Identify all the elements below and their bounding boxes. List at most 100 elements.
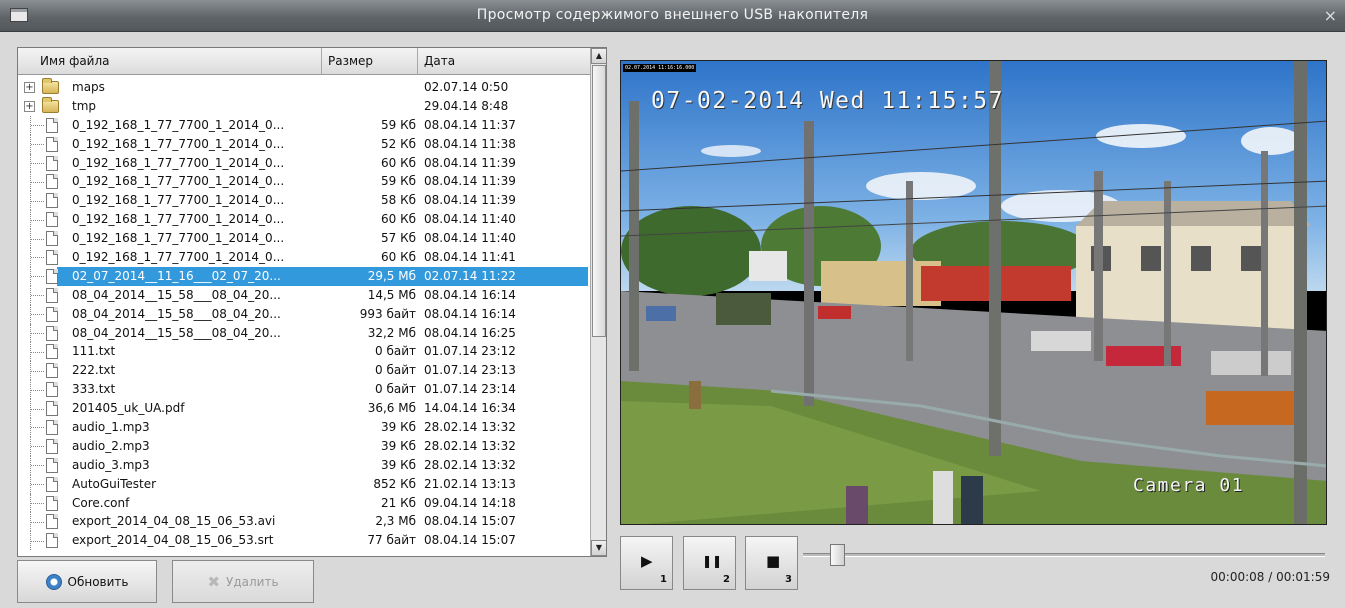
file-icon xyxy=(46,174,58,190)
expand-icon[interactable]: + xyxy=(24,100,35,112)
stop-button[interactable]: ■ 3 xyxy=(745,536,798,590)
file-list-panel: Имя файла Размер Дата + maps 02.07.14 0:50… xyxy=(17,47,607,557)
file-size: 32,2 Мб xyxy=(367,325,416,340)
stop-icon: ■ xyxy=(766,552,781,570)
file-size: 52 Кб xyxy=(380,136,416,151)
play-button[interactable]: ▶ 1 xyxy=(620,536,673,590)
file-date: 28.02.14 13:32 xyxy=(424,420,516,435)
file-date: 28.02.14 13:32 xyxy=(424,457,516,472)
file-icon xyxy=(46,155,58,171)
tree-connector xyxy=(30,531,44,551)
file-row[interactable]: 201405_uk_UA.pdf 36,6 Мб 14.04.14 16:34 xyxy=(18,399,590,419)
file-name: export_2014_04_08_15_06_53.avi xyxy=(72,514,276,529)
pause-icon: ❚❚ xyxy=(702,554,723,568)
column-header-size[interactable]: Размер xyxy=(322,48,418,75)
file-date: 08.04.14 16:14 xyxy=(424,287,516,302)
video-frame[interactable]: 02.07.2014 11:16:16.000 07-02-2014 Wed 1… xyxy=(620,60,1327,525)
file-name: Core.conf xyxy=(72,495,130,510)
folder-row[interactable]: + tmp 29.04.14 8:48 xyxy=(18,96,590,116)
file-size: 58 Кб xyxy=(380,193,416,208)
file-row[interactable]: 02_07_2014__11_16___02_07_20... 29,5 Мб 02… xyxy=(18,266,590,286)
file-icon xyxy=(46,117,58,133)
file-row[interactable]: 08_04_2014__15_58___08_04_20... 32,2 Мб 08… xyxy=(18,323,590,343)
file-name: 0_192_168_1_77_7700_1_2014_0... xyxy=(72,174,285,189)
file-row[interactable]: 0_192_168_1_77_7700_1_2014_0... 52 Кб 08.0… xyxy=(18,134,590,154)
file-size: 60 Кб xyxy=(380,155,416,170)
refresh-button-label: Обновить xyxy=(67,574,129,589)
file-row[interactable]: 0_192_168_1_77_7700_1_2014_0... 59 Кб 08.0… xyxy=(18,172,590,192)
refresh-button[interactable]: Обновить xyxy=(17,560,157,603)
file-name: 0_192_168_1_77_7700_1_2014_0... xyxy=(72,231,285,246)
traffic-camera-scene xyxy=(621,61,1326,524)
file-row[interactable]: 0_192_168_1_77_7700_1_2014_0... 58 Кб 08.0… xyxy=(18,191,590,211)
video-timestamp: 02.07.2014 11:16:16.000 xyxy=(623,64,697,72)
file-row[interactable]: 222.txt 0 байт 01.07.14 23:13 xyxy=(18,361,590,381)
file-icon xyxy=(46,457,58,473)
file-icon xyxy=(46,268,58,284)
file-name: export_2014_04_08_15_06_53.srt xyxy=(72,533,274,548)
file-icon xyxy=(46,420,58,436)
vertical-scrollbar[interactable]: ▲ ▼ xyxy=(590,48,606,556)
file-row[interactable]: export_2014_04_08_15_06_53.avi 2,3 Мб 08.0… xyxy=(18,512,590,532)
folder-row[interactable]: + maps 02.07.14 0:50 xyxy=(18,78,590,97)
file-name: tmp xyxy=(72,98,97,113)
tree-connector xyxy=(30,342,44,362)
file-row[interactable]: 08_04_2014__15_58___08_04_20... 993 байт 0… xyxy=(18,304,590,324)
file-date: 01.07.14 23:13 xyxy=(424,363,516,378)
file-list-rows: + maps 02.07.14 0:50 + tmp 29.04.14 8:48 0_192… xyxy=(18,78,590,551)
tree-connector xyxy=(30,210,44,230)
file-icon xyxy=(46,136,58,152)
file-row[interactable]: audio_2.mp3 39 Кб 28.02.14 13:32 xyxy=(18,436,590,456)
column-header-name[interactable]: Имя файла xyxy=(18,48,322,75)
file-size: 39 Кб xyxy=(380,438,416,453)
file-name: 222.txt xyxy=(72,363,116,378)
file-row[interactable]: AutoGuiTester 852 Кб 21.02.14 13:13 xyxy=(18,474,590,494)
delete-button[interactable]: ✖ Удалить xyxy=(172,560,314,603)
tree-connector xyxy=(30,229,44,249)
seek-slider-track[interactable] xyxy=(803,553,1325,557)
file-date: 08.04.14 15:07 xyxy=(424,533,516,548)
file-row[interactable]: audio_3.mp3 39 Кб 28.02.14 13:32 xyxy=(18,455,590,475)
scroll-up-icon[interactable]: ▲ xyxy=(591,48,606,64)
tree-connector xyxy=(30,399,44,419)
file-date: 08.04.14 15:07 xyxy=(424,514,516,529)
tree-connector xyxy=(30,418,44,437)
file-date: 28.02.14 13:32 xyxy=(424,438,516,453)
close-icon[interactable]: × xyxy=(1324,6,1337,25)
file-row[interactable]: 08_04_2014__15_58___08_04_20... 14,5 Мб 08… xyxy=(18,285,590,305)
file-icon xyxy=(46,438,58,454)
file-row[interactable]: 0_192_168_1_77_7700_1_2014_0... 60 Кб 08.0… xyxy=(18,210,590,230)
file-icon xyxy=(46,287,58,303)
file-row[interactable]: audio_1.mp3 39 Кб 28.02.14 13:32 xyxy=(18,418,590,437)
expand-icon[interactable]: + xyxy=(24,82,35,93)
column-header-date[interactable]: Дата xyxy=(418,48,590,75)
pause-button[interactable]: ❚❚ 2 xyxy=(683,536,736,590)
file-row[interactable]: 0_192_168_1_77_7700_1_2014_0... 59 Кб 08.0… xyxy=(18,115,590,135)
scrollbar-thumb[interactable] xyxy=(592,65,606,337)
file-row[interactable]: 111.txt 0 байт 01.07.14 23:12 xyxy=(18,342,590,362)
file-name: 0_192_168_1_77_7700_1_2014_0... xyxy=(72,193,285,208)
folder-icon xyxy=(42,78,59,94)
file-icon xyxy=(46,363,58,379)
file-row[interactable]: 333.txt 0 байт 01.07.14 23:14 xyxy=(18,380,590,400)
file-row[interactable]: 0_192_168_1_77_7700_1_2014_0... 57 Кб 08.0… xyxy=(18,229,590,249)
window-title: Просмотр содержимого внешнего USB накопи… xyxy=(476,7,869,23)
file-date: 08.04.14 11:39 xyxy=(424,174,516,189)
seek-slider-thumb[interactable] xyxy=(829,544,845,566)
playback-time: 00:00:08 / 00:01:59 xyxy=(1210,570,1330,584)
tree-connector xyxy=(30,455,44,475)
file-row[interactable]: Core.conf 21 Кб 09.04.14 14:18 xyxy=(18,493,590,513)
tree-connector xyxy=(30,323,44,343)
tree-connector xyxy=(30,380,44,400)
scroll-down-icon[interactable]: ▼ xyxy=(591,540,606,556)
file-icon xyxy=(46,401,58,417)
file-name: 0_192_168_1_77_7700_1_2014_0... xyxy=(72,212,285,227)
file-row[interactable]: 0_192_168_1_77_7700_1_2014_0... 60 Кб 08.0… xyxy=(18,248,590,267)
file-row[interactable]: export_2014_04_08_15_06_53.srt 77 байт 08.… xyxy=(18,531,590,551)
tree-connector xyxy=(30,134,44,154)
file-row[interactable]: 0_192_168_1_77_7700_1_2014_0... 60 Кб 08.0… xyxy=(18,153,590,173)
file-date: 01.07.14 23:14 xyxy=(424,382,516,397)
file-size: 77 байт xyxy=(367,533,416,548)
file-name: 333.txt xyxy=(72,382,116,397)
osd-camera-label: Camera 01 xyxy=(1133,475,1245,496)
